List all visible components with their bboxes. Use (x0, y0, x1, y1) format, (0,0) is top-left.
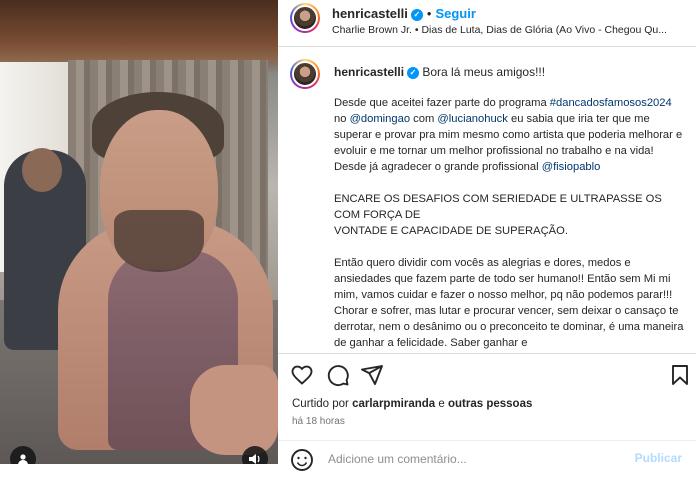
likes-prefix: Curtido por (292, 398, 353, 410)
caption-area: henricastelli ✓ Bora lá meus amigos!!! De… (278, 47, 696, 353)
caption-text-span: no (334, 113, 350, 125)
other-likers-link[interactable]: outras pessoas (448, 398, 532, 410)
caption-username[interactable]: henricastelli (334, 65, 404, 79)
caption-paragraph: Desde que aceitei fazer parte do program… (334, 95, 686, 175)
music-link[interactable]: Charlie Brown Jr. • Dias de Luta, Dias d… (332, 24, 682, 36)
hashtag-link[interactable]: #dancadosfamosos2024 (550, 97, 672, 109)
post-media[interactable] (0, 0, 278, 464)
username-link[interactable]: henricastelli (332, 6, 408, 21)
action-bar (278, 353, 696, 394)
media-ceiling (0, 0, 278, 62)
separator-dot: • (426, 6, 432, 21)
comment-icon[interactable] (326, 363, 350, 387)
likes-summary: Curtido por carlarpmiranda e outras pess… (292, 398, 532, 410)
liker-username[interactable]: carlarpmiranda (352, 398, 435, 410)
bookmark-icon[interactable] (668, 363, 692, 387)
verified-icon: ✓ (410, 8, 423, 21)
caption-text-span: com (410, 113, 438, 125)
comment-row: Publicar (278, 440, 696, 471)
timestamp[interactable]: há 18 horas (292, 416, 345, 427)
caption-first-line: henricastelli ✓ Bora lá meus amigos!!! (334, 65, 545, 79)
publish-button[interactable]: Publicar (635, 451, 682, 465)
heart-icon[interactable] (290, 363, 314, 387)
background-person-head (22, 148, 62, 192)
caption-text-span: ENCARE OS DESAFIOS COM SERIEDADE E ULTRA… (334, 193, 662, 221)
avatar[interactable] (290, 3, 320, 33)
share-icon[interactable] (360, 363, 384, 387)
avatar[interactable] (290, 59, 320, 89)
caption-text-span: VONTADE E CAPACIDADE DE SUPERAÇÃO. (334, 225, 568, 237)
emoji-icon[interactable] (290, 448, 314, 472)
header-username-row: henricastelli ✓ • Seguir (332, 6, 476, 21)
likes-conjunction: e (435, 398, 448, 410)
caption-text: Desde que aceitei fazer parte do program… (334, 95, 686, 353)
caption-paragraph: ENCARE OS DESAFIOS COM SERIEDADE E ULTRA… (334, 191, 686, 239)
caption-text-span: Desde que aceitei fazer parte do program… (334, 97, 550, 109)
comment-input[interactable] (326, 451, 630, 467)
post-panel: henricastelli ✓ • Seguir Charlie Brown Jr. … (278, 0, 696, 471)
caption-opening: Bora lá meus amigos!!! (422, 65, 546, 79)
man-beard (114, 210, 204, 272)
follow-button[interactable]: Seguir (435, 6, 475, 21)
mention-link[interactable]: @domingao (350, 113, 411, 125)
mention-link[interactable]: @fisiopablo (542, 161, 601, 173)
mention-link[interactable]: @lucianohuck (437, 113, 507, 125)
verified-icon: ✓ (407, 66, 420, 79)
caption-paragraph: Então quero dividir com vocês as alegria… (334, 257, 684, 349)
post-header: henricastelli ✓ • Seguir Charlie Brown Jr. … (278, 0, 696, 47)
man-hand (190, 365, 278, 455)
